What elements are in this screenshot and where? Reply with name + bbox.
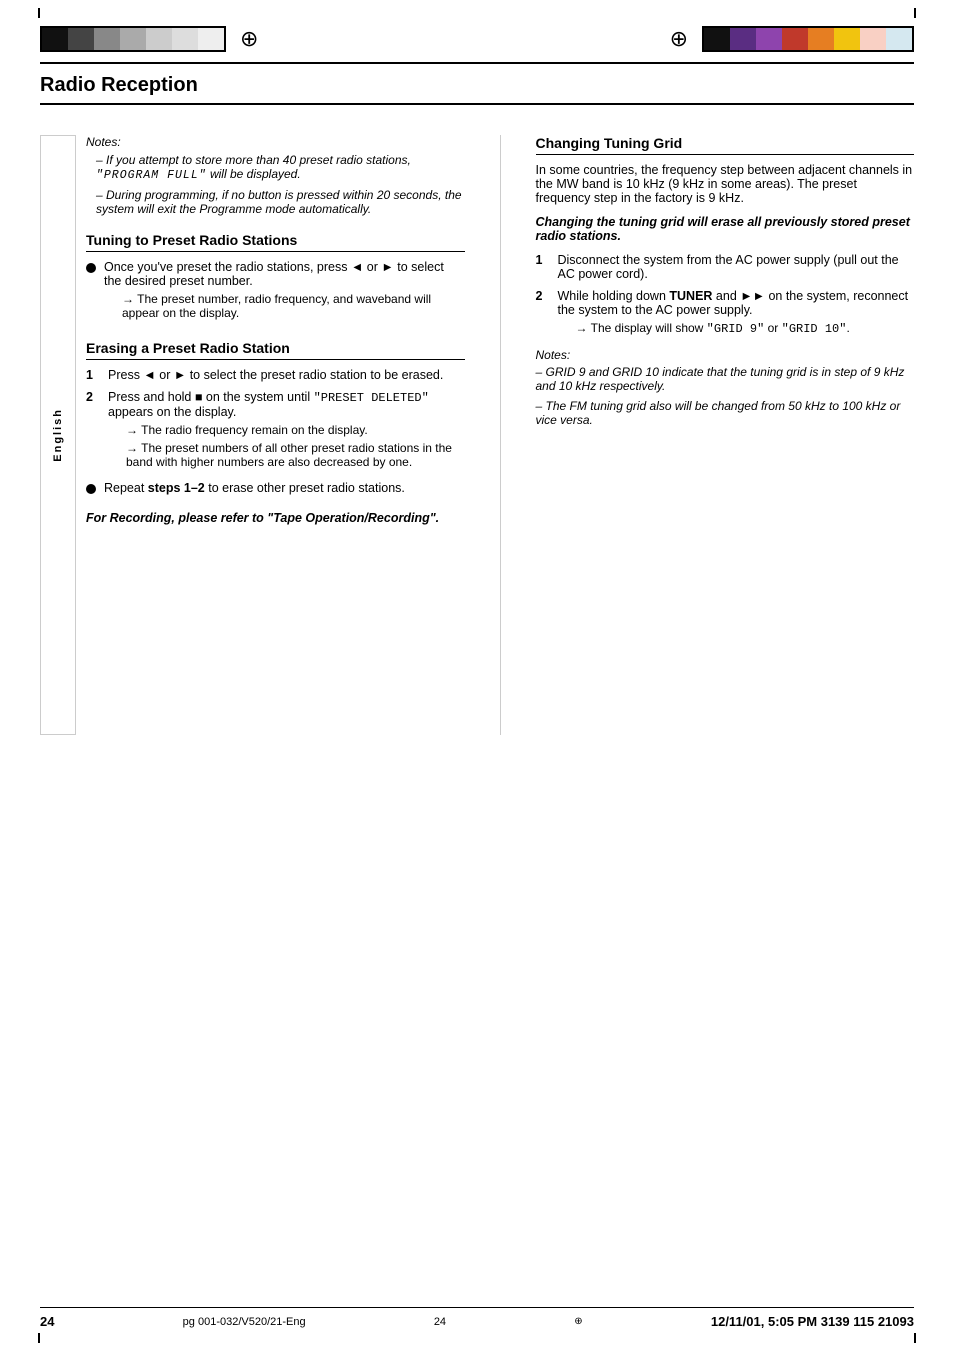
grid-step-num-1: 1: [536, 253, 550, 281]
step-num-1: 1: [86, 368, 100, 382]
grid-step-2: 2 While holding down TUNER and ►► on the…: [536, 289, 915, 340]
compass-bottom-left: ⊕: [574, 1316, 582, 1327]
column-divider: [500, 135, 501, 735]
notes-label: Notes:: [86, 135, 465, 149]
grid-note-2: The FM tuning grid also will be changed …: [536, 399, 915, 427]
page-footer: 24 pg 001-032/V520/21-Eng 24 ⊕ 12/11/01,…: [40, 1307, 914, 1329]
erase-step-1-text: Press ◄ or ► to select the preset radio …: [108, 368, 465, 382]
grid-step-2-text: While holding down TUNER and ►► on the s…: [558, 289, 915, 340]
section-tuning: Tuning to Preset Radio Stations Once you…: [86, 232, 465, 324]
grid-notes-label: Notes:: [536, 348, 915, 362]
grid-intro: In some countries, the frequency step be…: [536, 163, 915, 205]
page-title: Radio Reception: [40, 74, 914, 105]
section-grid-heading: Changing Tuning Grid: [536, 135, 915, 155]
step-num-2: 2: [86, 390, 100, 473]
left-column: Notes: If you attempt to store more than…: [86, 135, 475, 735]
page-number: 24: [40, 1314, 54, 1329]
tuning-bullet-1: Once you've preset the radio stations, p…: [86, 260, 465, 324]
erase-step-2-text: Press and hold ■ on the system until "PR…: [108, 390, 465, 473]
tuner-bold: TUNER: [669, 289, 712, 303]
footer-left: pg 001-032/V520/21-Eng: [183, 1316, 306, 1328]
section-erasing: Erasing a Preset Radio Station 1 Press ◄…: [86, 340, 465, 525]
bullet-dot-2: [86, 484, 96, 494]
erase-arrow-2: The preset numbers of all other preset r…: [108, 441, 465, 469]
grid-arrow-1: The display will show "GRID 9" or "GRID …: [558, 321, 915, 336]
recording-note: For Recording, please refer to "Tape Ope…: [86, 511, 465, 525]
grid-warning: Changing the tuning grid will erase all …: [536, 215, 915, 243]
erase-arrow-1: The radio frequency remain on the displa…: [108, 423, 465, 437]
right-column: Changing Tuning Grid In some countries, …: [526, 135, 915, 735]
language-sidebar: English: [40, 135, 76, 735]
note-item-1: If you attempt to store more than 40 pre…: [86, 153, 465, 182]
section-erasing-heading: Erasing a Preset Radio Station: [86, 340, 465, 360]
section-grid: Changing Tuning Grid In some countries, …: [536, 135, 915, 427]
right-color-bars: ⊕: [670, 26, 914, 52]
language-label: English: [52, 408, 64, 462]
section-tuning-heading: Tuning to Preset Radio Stations: [86, 232, 465, 252]
bullet-dot: [86, 263, 96, 273]
grid-step-num-2: 2: [536, 289, 550, 340]
erase-step-2: 2 Press and hold ■ on the system until "…: [86, 390, 465, 473]
notes-block: Notes: If you attempt to store more than…: [86, 135, 465, 216]
compass-left-icon: ⊕: [240, 26, 258, 52]
erase-repeat-text: Repeat steps 1–2 to erase other preset r…: [104, 481, 465, 495]
grid-step-1-text: Disconnect the system from the AC power …: [558, 253, 915, 281]
grid-note-1: GRID 9 and GRID 10 indicate that the tun…: [536, 365, 915, 393]
grid-step-1: 1 Disconnect the system from the AC powe…: [536, 253, 915, 281]
compass-right-icon: ⊕: [670, 26, 688, 52]
main-content: Notes: If you attempt to store more than…: [86, 135, 914, 735]
erase-bullet-repeat: Repeat steps 1–2 to erase other preset r…: [86, 481, 465, 495]
tuning-bullet-1-text: Once you've preset the radio stations, p…: [104, 260, 465, 324]
note-item-2: During programming, if no button is pres…: [86, 188, 465, 216]
top-decoration: ⊕ ⊕: [0, 18, 954, 52]
tuning-arrow-1: The preset number, radio frequency, and …: [104, 292, 465, 320]
footer-center: 24: [434, 1316, 446, 1328]
left-color-bars: ⊕: [40, 26, 258, 52]
steps-bold: steps 1–2: [148, 481, 205, 495]
erase-step-1: 1 Press ◄ or ► to select the preset radi…: [86, 368, 465, 382]
page-content: English Notes: If you attempt to store m…: [0, 123, 954, 735]
footer-right: 12/11/01, 5:05 PM 3139 115 21093: [711, 1314, 914, 1329]
